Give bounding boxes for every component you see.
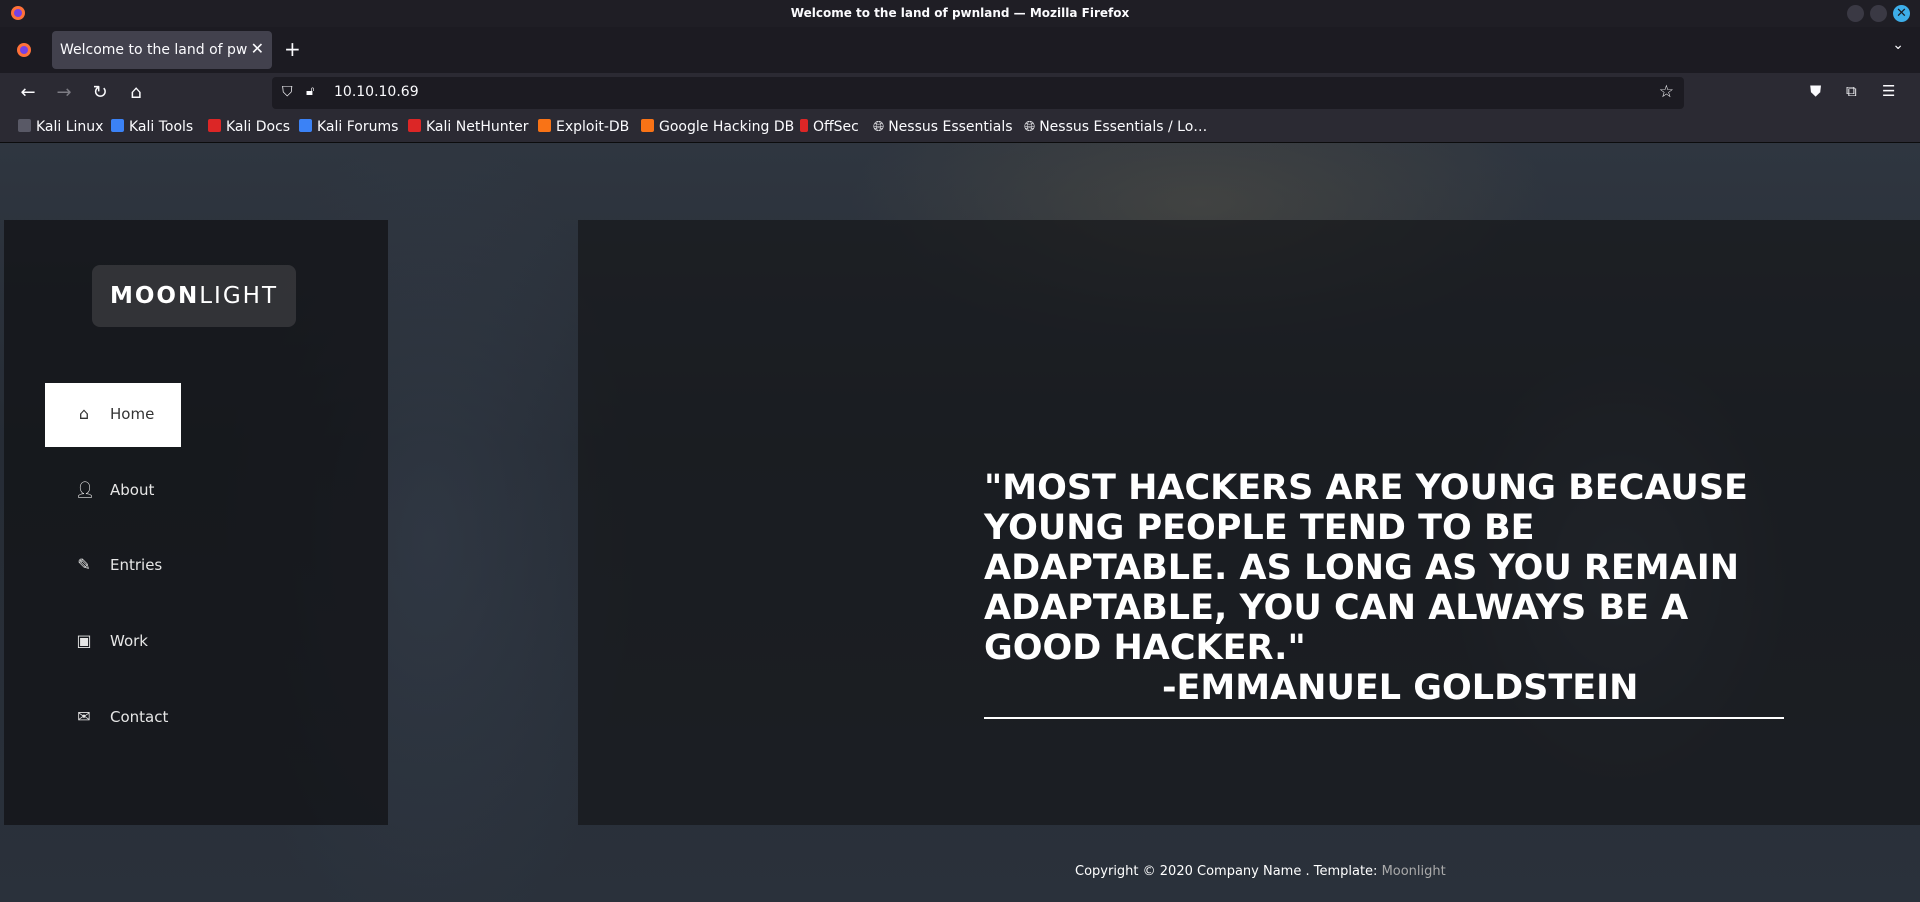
title-bar: Welcome to the land of pwnland — Mozilla… (0, 0, 1920, 27)
image-icon: ▣ (76, 631, 92, 650)
tab-close-icon[interactable]: ✕ (251, 39, 264, 58)
back-arrow-icon[interactable]: ← (16, 81, 40, 105)
reload-icon[interactable]: ↻ (88, 81, 112, 105)
nav-item-about[interactable]: 👤︎ About (45, 459, 181, 523)
pocket-icon[interactable]: ⛊ (1810, 82, 1821, 100)
globe-icon: 🌐︎ (1024, 119, 1036, 135)
bookmark-google-hacking-db[interactable]: Google Hacking DB (641, 119, 794, 135)
home-toolbar-icon[interactable]: ⌂ (124, 81, 148, 105)
pencil-icon: ✎ (77, 555, 91, 574)
bookmark-nessus-essentials-login[interactable]: 🌐︎ Nessus Essentials / Lo… (1024, 119, 1207, 135)
footer-template-link[interactable]: Moonlight (1382, 864, 1446, 879)
tab-active[interactable]: Welcome to the land of pwnland ✕ (52, 31, 272, 69)
kali-docs-icon (208, 119, 221, 132)
nav-item-contact[interactable]: ✉ Contact (45, 686, 181, 750)
url-bar[interactable]: ⛉ 🔓︎ 10.10.10.69 ☆ (272, 77, 1684, 109)
url-text[interactable]: 10.10.10.69 (334, 84, 419, 100)
main-panel: "Most hackers are young because young pe… (578, 220, 1920, 825)
bookmark-offsec[interactable]: OffSec (800, 119, 859, 135)
home-icon: ⌂ (78, 404, 90, 423)
bookmark-kali-tools[interactable]: Kali Tools (111, 119, 193, 135)
firefox-view-icon[interactable] (16, 42, 32, 58)
extensions-icon[interactable]: ⧉ (1846, 82, 1857, 100)
hero-quote: "Most hackers are young because young pe… (984, 468, 1748, 668)
maximize-button[interactable] (1870, 5, 1887, 22)
menu-hamburger-icon[interactable]: ☰ (1882, 82, 1895, 100)
nav-toolbar: ← → ↻ ⌂ ⛉ 🔓︎ 10.10.10.69 ☆ ⛊ ⧉ ☰ (0, 73, 1920, 113)
nav-item-entries[interactable]: ✎ Entries (45, 534, 181, 598)
bookmark-kali-forums[interactable]: Kali Forums (299, 119, 398, 135)
kali-tools-icon (111, 119, 124, 132)
tab-strip: Welcome to the land of pwnland ✕ + ⌄ (0, 27, 1920, 73)
quote-author: -EMMANUEL GOLDSTEIN (1162, 668, 1639, 708)
exploit-db-icon (538, 119, 551, 132)
bookmark-exploit-db[interactable]: Exploit-DB (538, 119, 629, 135)
bookmark-nessus-essentials[interactable]: 🌐︎ Nessus Essentials (873, 119, 1013, 135)
kali-forums-icon (299, 119, 312, 132)
offsec-icon (800, 119, 808, 132)
quote-divider (984, 717, 1784, 719)
forward-arrow-icon[interactable]: → (52, 81, 76, 105)
ghdb-icon (641, 119, 654, 132)
close-window-button[interactable]: ✕ (1893, 5, 1910, 22)
kali-dragon-icon (18, 119, 31, 132)
nethunter-icon (408, 119, 421, 132)
list-tabs-chevron-icon[interactable]: ⌄ (1892, 37, 1904, 53)
shield-icon[interactable]: ⛉ (282, 84, 293, 100)
bookmarks-toolbar: Kali Linux Kali Tools Kali Docs Kali For… (0, 113, 1920, 143)
bookmark-kali-linux[interactable]: Kali Linux (18, 119, 103, 135)
page-viewport: MOONLIGHT ⌂ Home 👤︎ About ✎ Entries ▣ Wo… (0, 143, 1920, 902)
bookmark-kali-docs[interactable]: Kali Docs (208, 119, 290, 135)
nav-item-work[interactable]: ▣ Work (45, 610, 181, 674)
bookmark-star-icon[interactable]: ☆ (1659, 82, 1674, 102)
minimize-button[interactable] (1847, 5, 1864, 22)
user-icon: 👤︎ (75, 480, 96, 499)
tab-label: Welcome to the land of pwnland (60, 42, 248, 58)
bookmark-kali-nethunter[interactable]: Kali NetHunter (408, 119, 528, 135)
site-logo[interactable]: MOONLIGHT (92, 265, 296, 327)
firefox-window: Welcome to the land of pwnland — Mozilla… (0, 0, 1920, 902)
site-footer: Copyright © 2020 Company Name . Template… (1075, 864, 1446, 879)
new-tab-icon[interactable]: + (284, 37, 301, 61)
globe-icon: 🌐︎ (873, 119, 885, 135)
window-title: Welcome to the land of pwnland — Mozilla… (790, 6, 1130, 20)
insecure-lock-icon[interactable]: 🔓︎ (306, 84, 314, 99)
nav-item-home[interactable]: ⌂ Home (45, 383, 181, 447)
envelope-icon: ✉ (77, 707, 91, 726)
